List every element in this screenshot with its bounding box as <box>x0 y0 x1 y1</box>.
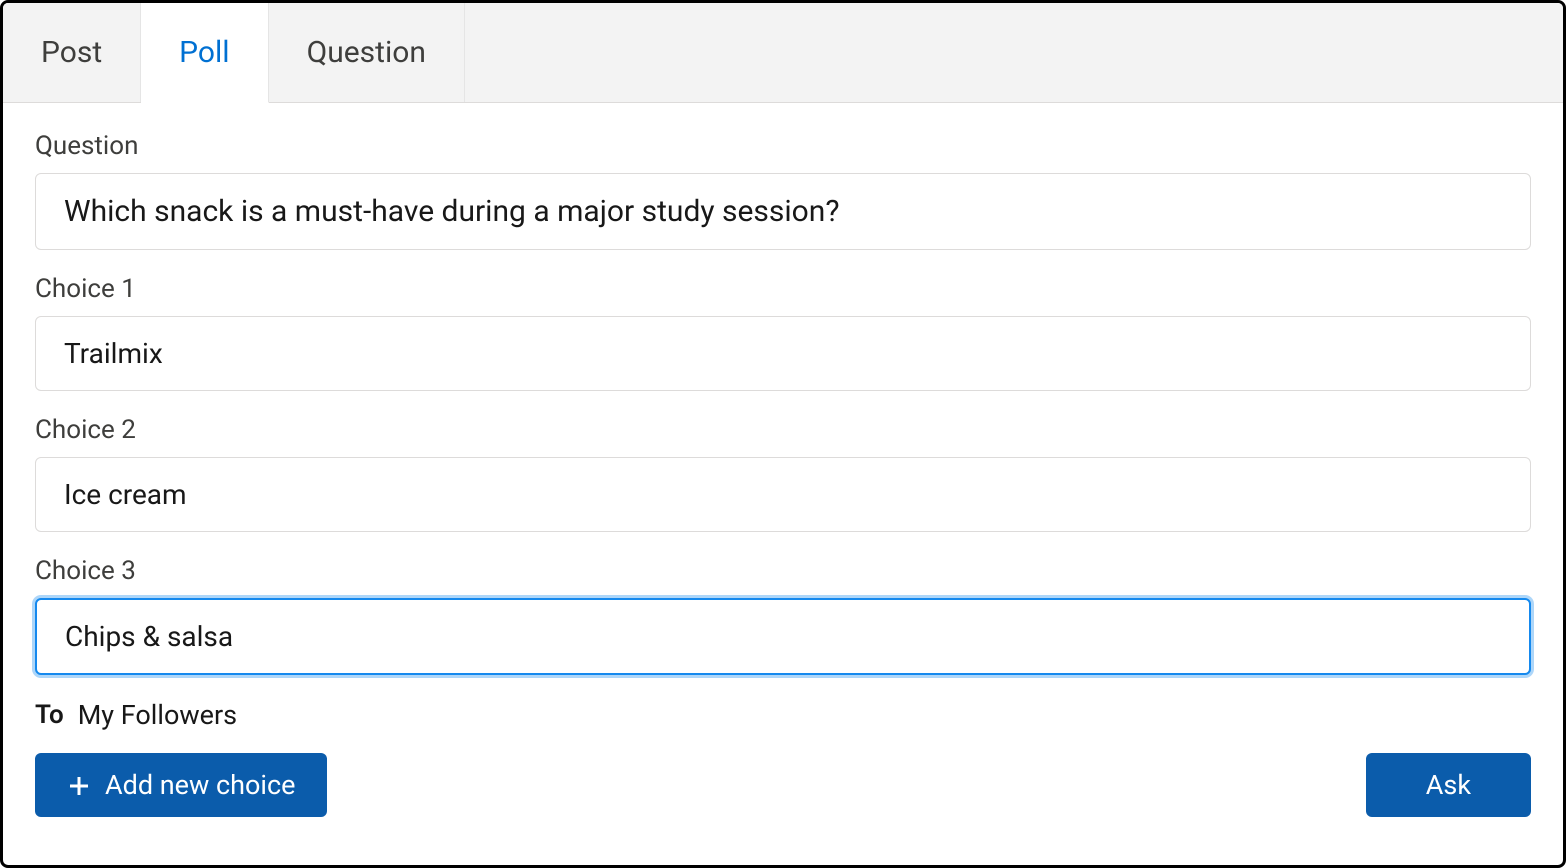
add-choice-button[interactable]: Add new choice <box>35 753 327 817</box>
choice-2-group: Choice 2 <box>35 415 1531 532</box>
question-input[interactable] <box>35 173 1531 250</box>
question-label: Question <box>35 131 1531 161</box>
choice-3-label: Choice 3 <box>35 556 1531 586</box>
add-choice-label: Add new choice <box>105 769 295 801</box>
tab-post[interactable]: Post <box>3 3 141 102</box>
ask-label: Ask <box>1426 769 1471 801</box>
choice-1-label: Choice 1 <box>35 274 1531 304</box>
plus-icon <box>67 773 91 797</box>
choice-2-input[interactable] <box>35 457 1531 532</box>
tab-question[interactable]: Question <box>269 3 465 102</box>
choice-3-input[interactable] <box>35 598 1531 675</box>
choice-2-label: Choice 2 <box>35 415 1531 445</box>
choice-1-group: Choice 1 <box>35 274 1531 391</box>
poll-composer: Post Poll Question Question Choice 1 Cho… <box>0 0 1566 868</box>
question-group: Question <box>35 131 1531 250</box>
to-row: To My Followers <box>35 699 1531 731</box>
form-content: Question Choice 1 Choice 2 Choice 3 To M… <box>3 103 1563 837</box>
choice-1-input[interactable] <box>35 316 1531 391</box>
actions-row: Add new choice Ask <box>35 753 1531 817</box>
tab-poll[interactable]: Poll <box>141 3 268 103</box>
ask-button[interactable]: Ask <box>1366 753 1531 817</box>
choice-3-group: Choice 3 <box>35 556 1531 675</box>
tab-bar: Post Poll Question <box>3 3 1563 103</box>
to-label: To <box>35 700 64 730</box>
to-value[interactable]: My Followers <box>78 699 237 731</box>
